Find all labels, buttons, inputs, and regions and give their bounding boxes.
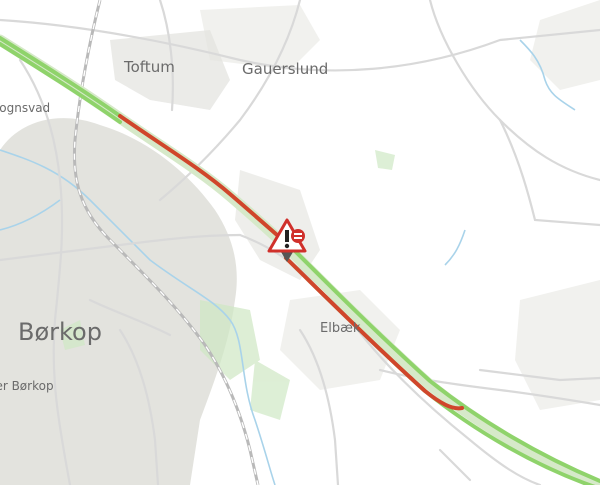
map-canvas[interactable]: Toftum Gauerslund Vognsvad Børkop Elbæk … (0, 0, 600, 485)
roadwork-badge (291, 229, 305, 243)
place-label-toftum: Toftum (123, 58, 175, 76)
place-label-elbaek: Elbæk (320, 321, 361, 336)
place-label-borkop: Børkop (18, 318, 102, 346)
place-label-vognsvad: Vognsvad (0, 101, 50, 115)
exclamation-bar (285, 230, 289, 242)
exclamation-dot (284, 243, 290, 249)
place-label-oer-borkop: Øer Børkop (0, 379, 54, 393)
place-label-gauerslund: Gauerslund (242, 60, 328, 78)
